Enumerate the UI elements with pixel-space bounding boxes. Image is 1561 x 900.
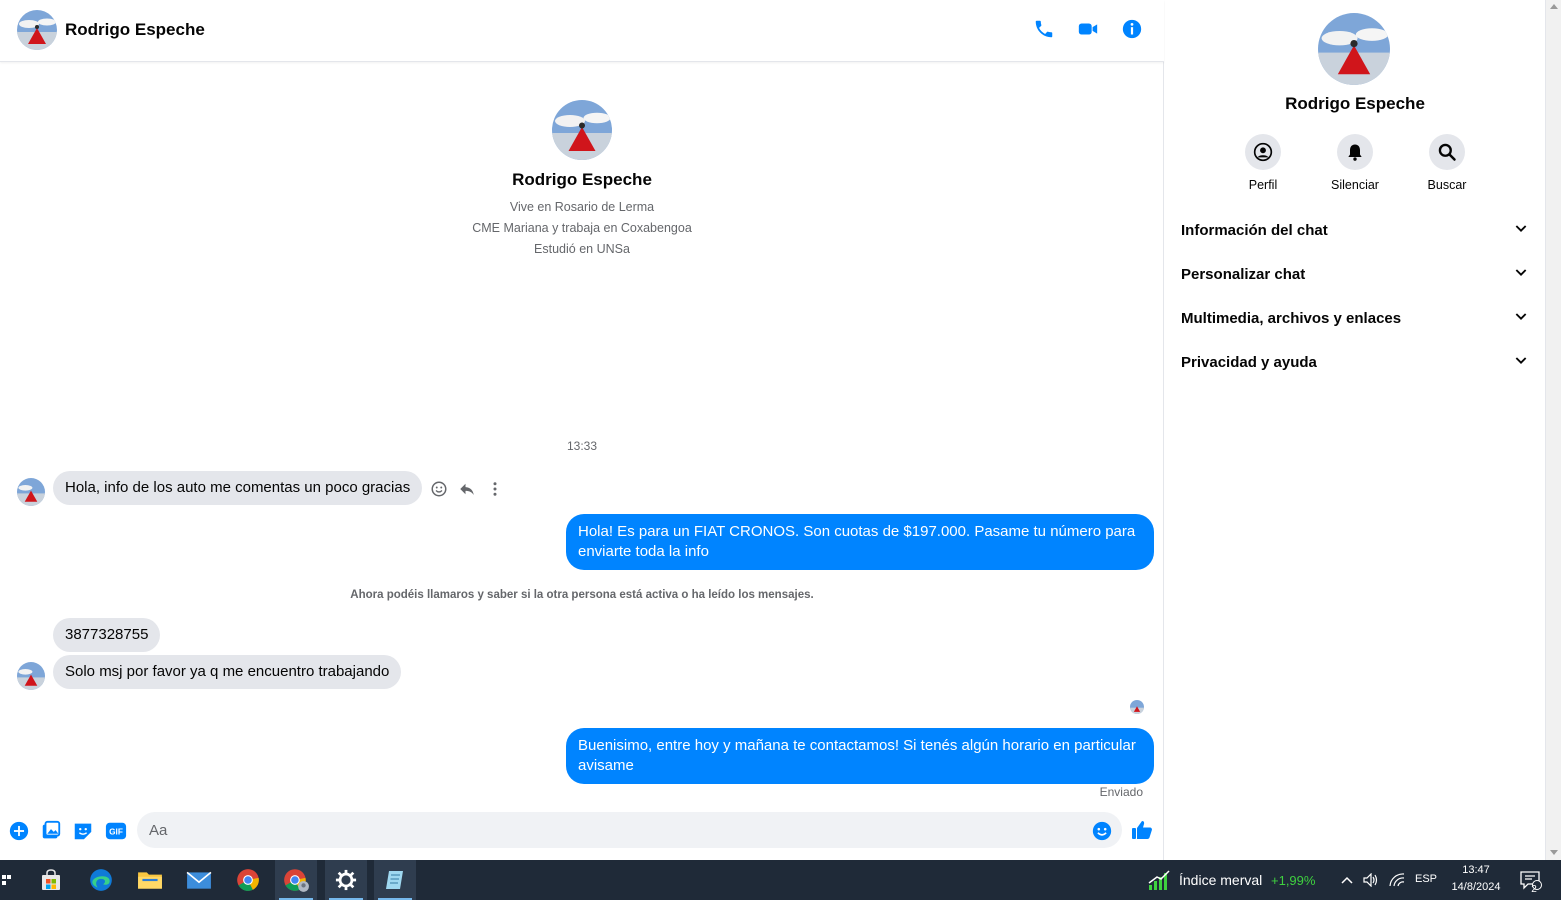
profile-label: Perfil <box>1248 178 1278 192</box>
edge-icon[interactable] <box>80 860 122 900</box>
section-media-files-links[interactable]: Multimedia, archivos y enlaces <box>1173 298 1537 338</box>
chevron-down-icon <box>1513 352 1529 373</box>
section-chat-info[interactable]: Información del chat <box>1173 210 1537 250</box>
intro-location: Vive en Rosario de Lerma <box>509 200 655 214</box>
chevron-up-icon[interactable] <box>1337 860 1357 900</box>
profile-icon <box>1245 134 1281 170</box>
file-explorer-icon[interactable] <box>129 860 171 900</box>
image-icon[interactable] <box>40 820 62 842</box>
section-title: Personalizar chat <box>1181 265 1306 283</box>
chrome-icon[interactable] <box>227 860 269 900</box>
scrollbar[interactable] <box>1545 0 1561 860</box>
section-title: Privacidad y ayuda <box>1181 353 1317 371</box>
mail-icon[interactable] <box>178 860 220 900</box>
chrome-profile-icon[interactable] <box>275 860 317 900</box>
incoming-message[interactable]: 3877328755 <box>53 618 161 652</box>
svg-text:GIF: GIF <box>109 828 123 837</box>
message-timestamp: 13:33 <box>566 439 598 453</box>
language-indicator[interactable]: ESP <box>1412 873 1440 885</box>
widget-label[interactable]: Índice merval <box>1179 872 1262 888</box>
section-customize-chat[interactable]: Personalizar chat <box>1173 254 1537 294</box>
search-icon <box>1429 134 1465 170</box>
chevron-down-icon <box>1513 220 1529 241</box>
like-icon[interactable] <box>1130 818 1154 842</box>
widget-value[interactable]: +1,99% <box>1271 873 1315 888</box>
contact-name[interactable]: Rodrigo Espeche <box>65 20 205 40</box>
plus-icon[interactable] <box>8 820 30 842</box>
seen-indicator-avatar <box>1130 700 1144 714</box>
sticker-icon[interactable] <box>72 820 94 842</box>
bell-icon <box>1337 134 1373 170</box>
wifi-icon[interactable] <box>1386 860 1408 900</box>
intro-education: Estudió en UNSa <box>534 242 630 256</box>
scroll-up-arrow[interactable] <box>1550 4 1558 9</box>
video-camera-icon[interactable] <box>1076 16 1100 42</box>
section-title: Multimedia, archivos y enlaces <box>1181 309 1402 327</box>
chevron-down-icon <box>1513 264 1529 285</box>
clock-time[interactable]: 13:47 <box>1448 864 1504 876</box>
reply-icon[interactable] <box>458 480 476 498</box>
info-contact-name: Rodrigo Espeche <box>1285 94 1425 113</box>
outgoing-message[interactable]: Buenisimo, entre hoy y mañana te contact… <box>566 728 1154 784</box>
emoji-icon[interactable] <box>1091 820 1113 842</box>
info-avatar[interactable] <box>1318 13 1390 85</box>
settings-icon[interactable] <box>325 860 367 900</box>
search-button[interactable]: Buscar <box>1419 134 1475 192</box>
chat-header: Rodrigo Espeche <box>0 0 1164 62</box>
stock-chart-icon[interactable] <box>1146 860 1172 900</box>
section-privacy-help[interactable]: Privacidad y ayuda <box>1173 342 1537 382</box>
incoming-message[interactable]: Hola, info de los auto me comentas un po… <box>53 471 423 505</box>
more-options-icon[interactable] <box>486 480 504 498</box>
clock-date[interactable]: 14/8/2024 <box>1446 881 1506 893</box>
scroll-down-arrow[interactable] <box>1550 850 1558 855</box>
message-input[interactable] <box>137 812 1122 848</box>
notification-count: 2 <box>1531 884 1537 895</box>
windows-taskbar: Índice merval +1,99% ESP 13:47 14/8/2024… <box>0 860 1561 900</box>
task-view-icon[interactable] <box>0 860 14 900</box>
sent-status: Enviado <box>1099 785 1143 799</box>
intro-work: CME Mariana y trabaja en Coxabengoa <box>472 221 692 235</box>
contact-avatar[interactable] <box>17 10 57 50</box>
emoji-reaction-icon[interactable] <box>430 480 448 498</box>
conversation-info-panel: Rodrigo Espeche Perfil Silenciar Buscar … <box>1165 0 1545 860</box>
incoming-message[interactable]: Solo msj por favor ya q me encuentro tra… <box>53 655 402 689</box>
chat-panel: Rodrigo Espeche Rodrigo Espeche Vive en … <box>0 0 1164 860</box>
system-notice: Ahora podéis llamaros y saber si la otra… <box>350 589 814 601</box>
search-label: Buscar <box>1427 178 1467 192</box>
profile-intro: Rodrigo Espeche Vive en Rosario de Lerma… <box>0 100 1164 257</box>
notepad-icon[interactable] <box>374 860 416 900</box>
phone-icon[interactable] <box>1032 16 1056 42</box>
section-title: Información del chat <box>1181 221 1328 239</box>
intro-avatar[interactable] <box>552 100 612 160</box>
chevron-down-icon <box>1513 308 1529 329</box>
intro-name: Rodrigo Espeche <box>512 170 652 189</box>
message-composer: GIF <box>0 808 1164 852</box>
profile-button[interactable]: Perfil <box>1235 134 1291 192</box>
message-avatar[interactable] <box>17 662 45 690</box>
outgoing-message[interactable]: Hola! Es para un FIAT CRONOS. Son cuotas… <box>566 514 1154 570</box>
message-avatar[interactable] <box>17 478 45 506</box>
gif-icon[interactable]: GIF <box>104 820 128 842</box>
store-icon[interactable] <box>30 860 72 900</box>
mute-label: Silenciar <box>1331 178 1379 192</box>
info-icon[interactable] <box>1120 16 1144 42</box>
volume-icon[interactable] <box>1360 860 1382 900</box>
mute-button[interactable]: Silenciar <box>1327 134 1383 192</box>
